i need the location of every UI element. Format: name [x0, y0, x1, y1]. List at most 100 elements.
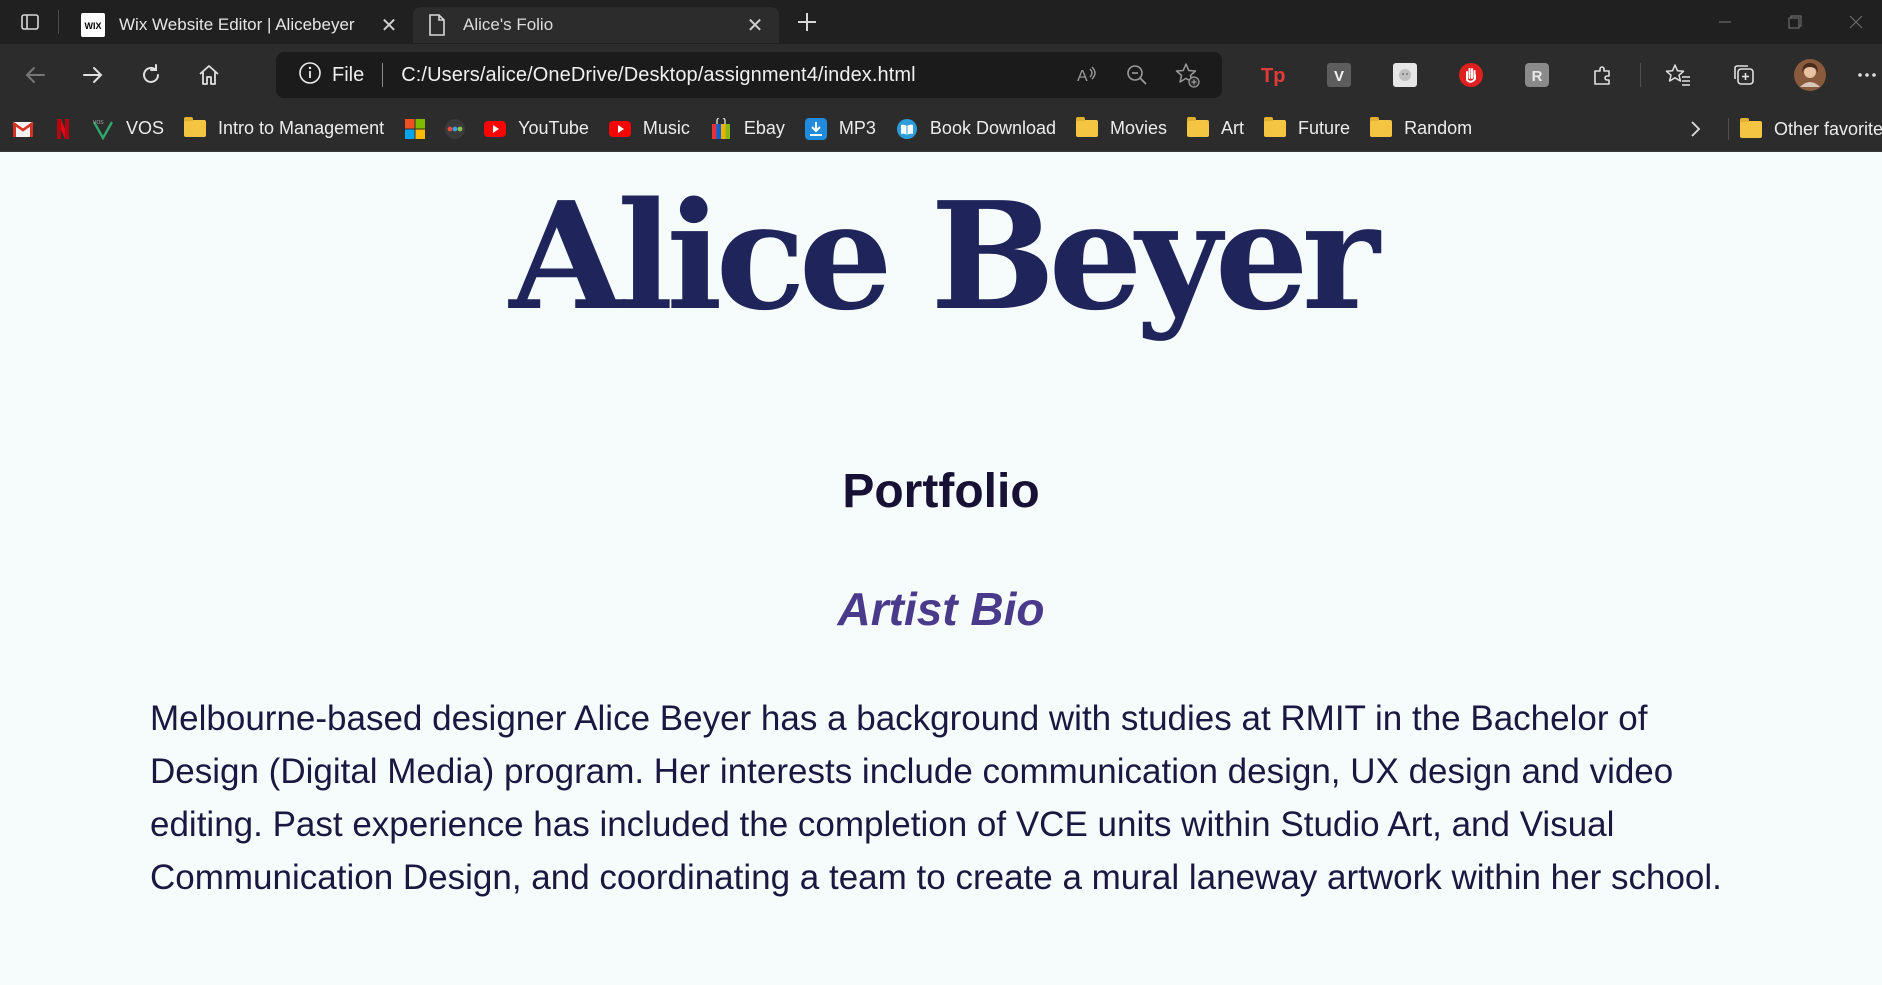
- bookmark-folder-other-favorites[interactable]: Other favorite: [1740, 106, 1882, 152]
- close-tab-icon[interactable]: ✕: [743, 13, 767, 37]
- page-viewport: Alice Beyer Portfolio Artist Bio Melbour…: [0, 152, 1882, 985]
- bookmark-folder-intro-to-management[interactable]: Intro to Management: [184, 117, 385, 140]
- tp-extension-icon[interactable]: Tp: [1240, 52, 1306, 98]
- bookmark-dots[interactable]: [444, 118, 466, 140]
- bookmark-netflix[interactable]: [52, 118, 74, 140]
- svg-text:WIX: WIX: [85, 21, 102, 31]
- svg-text:V: V: [1334, 68, 1344, 85]
- zoom-out-icon[interactable]: [1112, 52, 1162, 98]
- favorites-icon[interactable]: [1645, 52, 1711, 98]
- favorites-bar: VOS VOS Intro to Management YouTube Musi…: [0, 106, 1882, 152]
- face-extension-icon[interactable]: [1372, 52, 1438, 98]
- youtube-music-icon: [608, 118, 631, 140]
- hand-stop-extension-icon[interactable]: [1438, 52, 1504, 98]
- tab-title: Wix Website Editor | Alicebeyer: [119, 15, 355, 34]
- tab-wix-editor[interactable]: WIX Wix Website Editor | Alicebeyer ✕: [69, 7, 413, 43]
- new-tab-plus-icon[interactable]: [789, 4, 825, 40]
- forward-arrow-icon[interactable]: [70, 52, 116, 98]
- youtube-icon: [484, 118, 507, 140]
- bookmark-mp3[interactable]: MP3: [804, 117, 876, 140]
- folder-icon: [1187, 117, 1210, 140]
- dots-icon: [444, 118, 466, 140]
- bookmark-vos[interactable]: VOS VOS: [92, 118, 164, 140]
- svg-text:Tp: Tp: [1261, 65, 1285, 87]
- bookmark-label: MP3: [838, 118, 876, 138]
- tab-alices-folio[interactable]: Alice's Folio ✕: [413, 7, 779, 43]
- tab-actions-icon[interactable]: [12, 4, 48, 40]
- home-icon[interactable]: [186, 52, 232, 98]
- toolbar-separator: [1640, 63, 1641, 87]
- site-info-button[interactable]: File: [298, 61, 364, 89]
- document-icon: [425, 13, 449, 37]
- folder-icon: [1370, 117, 1393, 140]
- svg-text:VOS: VOS: [93, 120, 104, 126]
- back-arrow-icon[interactable]: [12, 52, 58, 98]
- bookmark-gmail[interactable]: [12, 118, 34, 140]
- r-extension-icon[interactable]: R: [1504, 52, 1570, 98]
- download-icon: [804, 117, 827, 140]
- extensions-puzzle-icon[interactable]: [1570, 52, 1636, 98]
- section-heading: Portfolio: [842, 465, 1040, 518]
- address-bar[interactable]: File C:/Users/alice/OneDrive/Desktop/ass…: [276, 52, 1222, 98]
- book-icon: [896, 118, 918, 140]
- bookmark-folder-random[interactable]: Random: [1370, 117, 1473, 140]
- netflix-icon: [52, 118, 74, 140]
- bookmark-label: Movies: [1110, 118, 1168, 138]
- ebay-icon: [710, 117, 732, 140]
- bookmark-label: Book Download: [929, 118, 1057, 138]
- bookmark-microsoft[interactable]: [404, 118, 426, 140]
- address-bar-actions: A: [1062, 52, 1212, 98]
- add-favorite-star-icon[interactable]: [1162, 52, 1212, 98]
- close-tab-icon[interactable]: ✕: [377, 13, 401, 37]
- minimize-icon[interactable]: [1690, 0, 1760, 44]
- microsoft-icon: [404, 118, 426, 140]
- bookmark-label: Other favorite: [1774, 118, 1882, 139]
- info-icon: [298, 61, 322, 89]
- svg-text:A: A: [1077, 68, 1088, 85]
- folder-icon: [184, 117, 207, 140]
- bookmark-label: Intro to Management: [218, 118, 385, 138]
- bookmark-label: Random: [1404, 118, 1473, 138]
- bookmark-youtube[interactable]: YouTube: [484, 118, 589, 140]
- folder-icon: [1076, 117, 1099, 140]
- bookmark-label: VOS: [126, 118, 165, 138]
- vos-icon: VOS: [92, 118, 114, 140]
- site-title: Alice Beyer: [509, 169, 1379, 343]
- tab-title: Alice's Folio: [463, 15, 554, 34]
- favorites-separator: [1728, 118, 1729, 140]
- address-separator: [382, 63, 384, 87]
- bookmark-book-download[interactable]: Book Download: [896, 118, 1056, 140]
- restore-icon[interactable]: [1760, 0, 1830, 44]
- bookmark-ebay[interactable]: Ebay: [710, 117, 785, 140]
- close-window-icon[interactable]: [1830, 0, 1882, 44]
- browser-toolbar: File C:/Users/alice/OneDrive/Desktop/ass…: [0, 44, 1882, 106]
- v-extension-icon[interactable]: V: [1306, 52, 1372, 98]
- read-aloud-icon[interactable]: A: [1062, 52, 1112, 98]
- site-info-label: File: [332, 63, 365, 86]
- bookmark-music[interactable]: Music: [608, 118, 690, 140]
- bookmark-label: Future: [1298, 118, 1351, 138]
- bookmark-label: Art: [1221, 118, 1245, 138]
- bookmark-folder-art[interactable]: Art: [1187, 117, 1245, 140]
- more-menu-icon[interactable]: [1843, 52, 1882, 98]
- bookmark-label: Ebay: [743, 118, 785, 138]
- window-controls: [1690, 0, 1882, 44]
- bookmark-folder-movies[interactable]: Movies: [1076, 117, 1168, 140]
- sub-heading: Artist Bio: [837, 583, 1045, 635]
- chevron-right-icon[interactable]: [1688, 106, 1702, 152]
- extensions-area: Tp V R: [1240, 52, 1882, 98]
- tab-strip: WIX Wix Website Editor | Alicebeyer ✕ Al…: [0, 0, 1882, 44]
- svg-text:R: R: [1532, 68, 1543, 85]
- profile-avatar[interactable]: [1777, 52, 1843, 98]
- collections-icon[interactable]: [1711, 52, 1777, 98]
- bookmark-folder-future[interactable]: Future: [1264, 117, 1351, 140]
- bookmark-label: YouTube: [518, 118, 589, 138]
- folder-icon: [1264, 117, 1287, 140]
- folder-icon: [1740, 117, 1762, 140]
- gmail-icon: [12, 118, 34, 140]
- url-text[interactable]: C:/Users/alice/OneDrive/Desktop/assignme…: [401, 64, 916, 87]
- tab-separator: [58, 10, 59, 34]
- wix-favicon: WIX: [81, 13, 105, 37]
- refresh-icon[interactable]: [128, 52, 174, 98]
- bio-paragraph: Melbourne-based designer Alice Beyer has…: [150, 699, 1722, 897]
